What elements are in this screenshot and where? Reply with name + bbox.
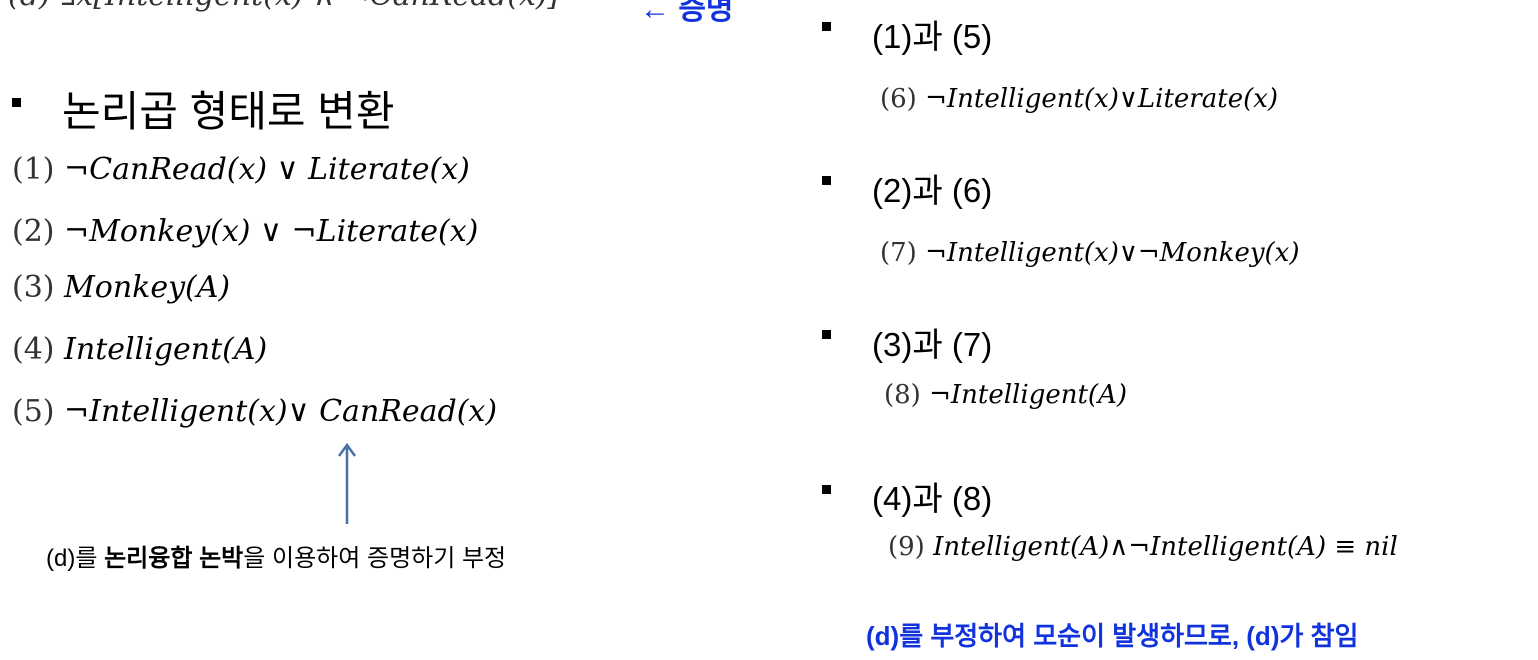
step-heading: (3)과 (7) xyxy=(872,326,993,363)
step-heading: (1)과 (5) xyxy=(872,18,993,55)
clause-2: (2) ¬Monkey(x) ∨ ¬Literate(x) xyxy=(12,214,479,249)
bullet-icon xyxy=(822,330,831,339)
clipped-formula: (d) ∃x[Intelligent(x) ∧ ¬CanRead(x)] xyxy=(8,0,559,13)
left-heading: 논리곱 형태로 변환 xyxy=(62,88,395,135)
caption: (d)를 논리융합 논박을 이용하여 증명하기 부정 xyxy=(46,545,507,572)
up-arrow-icon xyxy=(337,442,357,524)
bullet-icon xyxy=(822,485,831,494)
conclusion: (d)를 부정하여 모순이 발생하므로, (d)가 참임 xyxy=(866,621,1359,651)
step-clause: (7) ¬Intelligent(x)∨¬Monkey(x) xyxy=(880,238,1300,268)
bullet-icon xyxy=(822,176,831,185)
bullet-icon xyxy=(822,22,831,31)
step-heading: (2)과 (6) xyxy=(872,172,993,209)
step-clause: (9) Intelligent(A)∧¬Intelligent(A) ≡ nil xyxy=(888,532,1398,562)
step-heading: (4)과 (8) xyxy=(872,480,993,517)
clause-5: (5) ¬Intelligent(x)∨ CanRead(x) xyxy=(12,394,498,429)
clause-1: (1) ¬CanRead(x) ∨ Literate(x) xyxy=(12,152,470,187)
step-clause: (8) ¬Intelligent(A) xyxy=(884,380,1127,410)
clause-4: (4) Intelligent(A) xyxy=(12,332,268,367)
clipped-note: ← 증명 xyxy=(640,0,734,26)
bullet-icon xyxy=(12,98,21,107)
clause-3: (3) Monkey(A) xyxy=(12,270,231,305)
step-clause: (6) ¬Intelligent(x)∨Literate(x) xyxy=(880,84,1279,114)
